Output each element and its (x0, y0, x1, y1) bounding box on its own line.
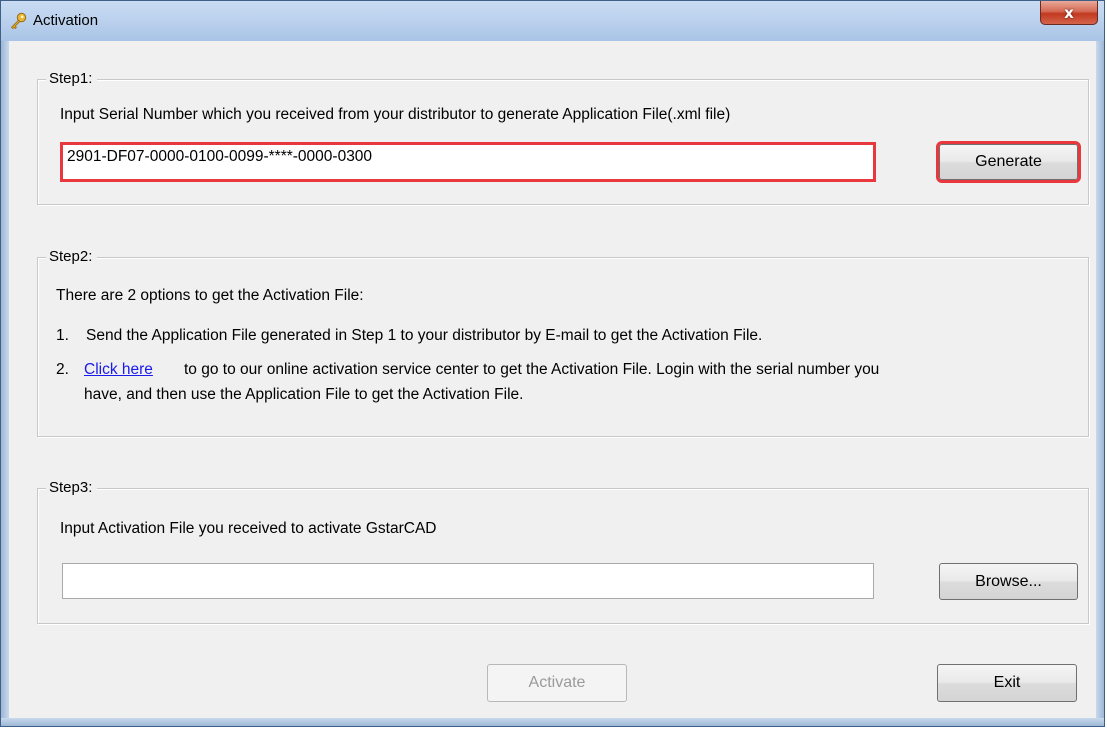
window-frame-bottom (1, 718, 1104, 726)
exit-button[interactable]: Exit (937, 664, 1077, 702)
step2-intro: There are 2 options to get the Activatio… (56, 287, 364, 304)
step2-group: Step2: There are 2 options to get the Ac… (37, 248, 1089, 437)
step2-legend: Step2: (46, 248, 98, 266)
generate-button[interactable]: Generate (936, 141, 1081, 183)
activate-button[interactable]: Activate (487, 664, 627, 702)
option1-number: 1. (56, 327, 69, 344)
window-frame-left (1, 41, 9, 726)
window-frame-right (1096, 41, 1104, 726)
browse-button[interactable]: Browse... (939, 563, 1078, 600)
key-icon (10, 12, 27, 30)
activation-window: Activation x Step1: Input Serial Number … (0, 0, 1105, 727)
option2-text-line1: to go to our online activation service c… (184, 361, 880, 378)
step3-group: Step3: Input Activation File you receive… (37, 479, 1089, 624)
close-button[interactable]: x (1040, 1, 1098, 25)
window-title: Activation (33, 12, 99, 29)
title-bar[interactable]: Activation x (1, 1, 1104, 42)
step1-instruction: Input Serial Number which you received f… (60, 106, 731, 123)
dialog-body: Step1: Input Serial Number which you rec… (9, 41, 1096, 718)
option1-text: Send the Application File generated in S… (86, 327, 763, 344)
click-here-link[interactable]: Click here (84, 360, 153, 380)
step1-legend: Step1: (46, 70, 98, 88)
close-icon: x (1064, 3, 1074, 22)
step1-group: Step1: Input Serial Number which you rec… (37, 70, 1089, 205)
serial-number-input[interactable]: 2901-DF07-0000-0100-0099-****-0000-0300 (60, 142, 876, 182)
activation-file-input[interactable] (62, 563, 874, 599)
option2-number: 2. (56, 361, 69, 378)
option2-text-line2: have, and then use the Application File … (84, 386, 524, 403)
step3-instruction: Input Activation File you received to ac… (60, 520, 437, 537)
step3-legend: Step3: (46, 479, 98, 497)
